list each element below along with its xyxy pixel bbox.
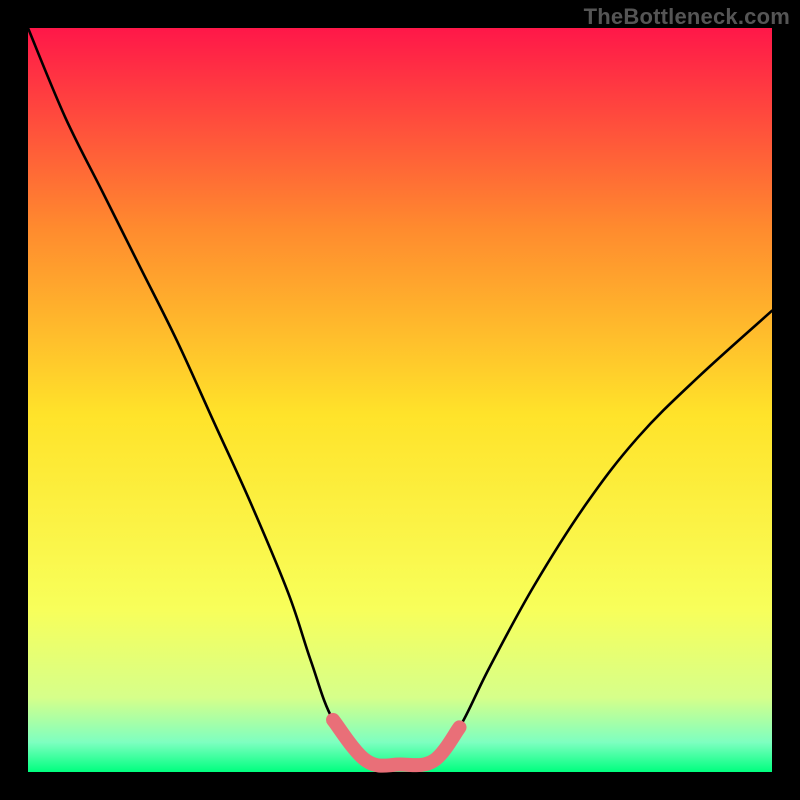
chart-stage: { "watermark": "TheBottleneck.com", "col… <box>0 0 800 800</box>
chart-svg <box>0 0 800 800</box>
watermark-text: TheBottleneck.com <box>584 4 790 30</box>
gradient-plot-area <box>28 28 772 772</box>
